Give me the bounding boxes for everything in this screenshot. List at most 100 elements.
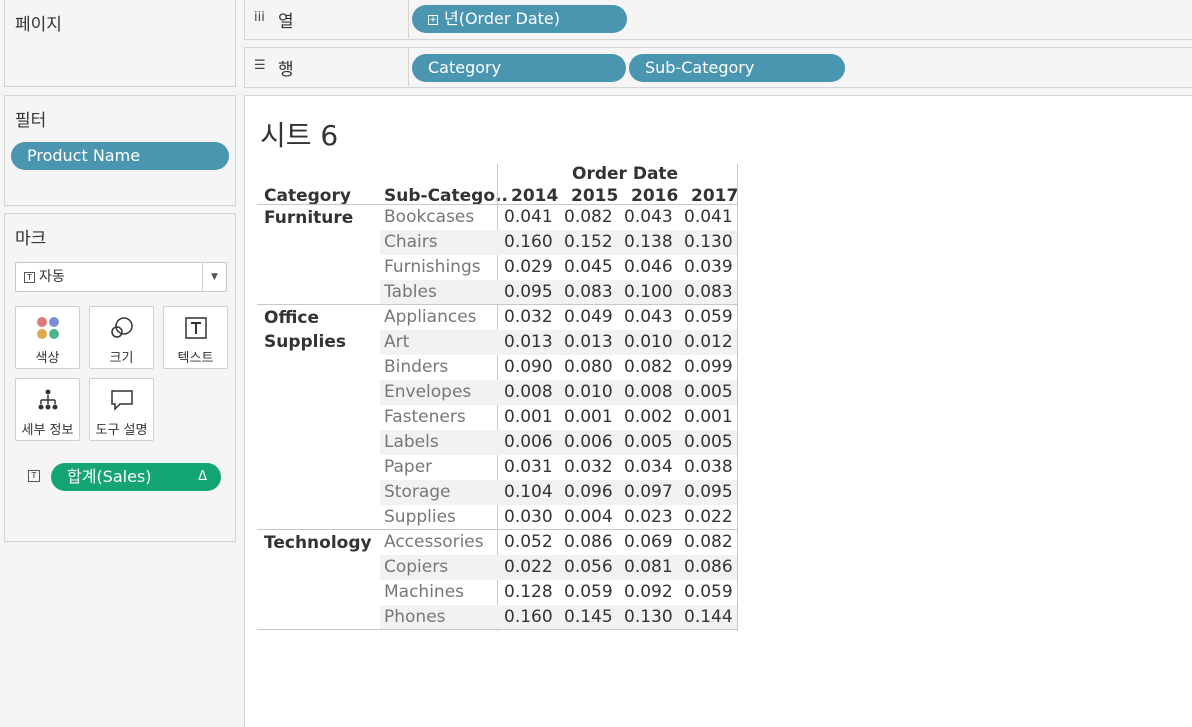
row-pill-sub-category[interactable]: Sub-Category: [629, 54, 845, 82]
value-cell[interactable]: 0.031: [504, 455, 553, 480]
filter-pill-product-name[interactable]: Product Name: [11, 142, 229, 170]
value-cell[interactable]: 0.145: [564, 605, 613, 630]
marks-panel-title: 마크: [15, 229, 47, 249]
value-cell[interactable]: 0.099: [684, 355, 733, 380]
value-cell[interactable]: 0.081: [624, 555, 673, 580]
value-cell[interactable]: 0.083: [684, 280, 733, 305]
worksheet-canvas: 시트 6 Order Date Category Sub-Catego.. 2014 2…: [244, 95, 1192, 727]
value-cell[interactable]: 0.041: [504, 205, 553, 230]
tooltip-button[interactable]: 도구 설명: [89, 378, 154, 441]
value-cell[interactable]: 0.034: [624, 455, 673, 480]
value-cell[interactable]: 0.152: [564, 230, 613, 255]
columns-icon: iii: [254, 10, 265, 25]
value-cell[interactable]: 0.096: [564, 480, 613, 505]
value-cell[interactable]: 0.043: [624, 305, 673, 330]
column-pill-year-order-date[interactable]: + 년(Order Date): [412, 5, 627, 33]
value-cell[interactable]: 0.005: [684, 380, 733, 405]
value-cell[interactable]: 0.032: [564, 455, 613, 480]
value-cell[interactable]: 0.023: [624, 505, 673, 530]
value-cell[interactable]: 0.090: [504, 355, 553, 380]
size-button[interactable]: 크기: [89, 306, 154, 369]
value-cell[interactable]: 0.086: [684, 555, 733, 580]
value-cell[interactable]: 0.130: [684, 230, 733, 255]
value-cell[interactable]: 0.128: [504, 580, 553, 605]
value-cell[interactable]: 0.080: [564, 355, 613, 380]
value-cell[interactable]: 0.029: [504, 255, 553, 280]
value-cell[interactable]: 0.092: [624, 580, 673, 605]
value-cell[interactable]: 0.138: [624, 230, 673, 255]
value-cell[interactable]: 0.002: [624, 405, 673, 430]
crosstab-table: Order Date Category Sub-Catego.. 2014 2015 20…: [245, 96, 1192, 727]
subcategory-label: Furnishings: [384, 257, 481, 277]
value-cell[interactable]: 0.001: [684, 405, 733, 430]
value-cell[interactable]: 0.045: [564, 255, 613, 280]
value-cell[interactable]: 0.013: [504, 330, 553, 355]
value-cell[interactable]: 0.100: [624, 280, 673, 305]
value-cell[interactable]: 0.013: [564, 330, 613, 355]
row-pill-category[interactable]: Category: [412, 54, 626, 82]
filters-panel: 필터 Product Name: [4, 95, 236, 206]
value-cell[interactable]: 0.059: [684, 580, 733, 605]
value-cell[interactable]: 0.082: [564, 205, 613, 230]
value-cell[interactable]: 0.008: [504, 380, 553, 405]
columns-shelf[interactable]: iii 열 + 년(Order Date): [244, 0, 1192, 40]
value-cell[interactable]: 0.097: [624, 480, 673, 505]
subcategory-label: Copiers: [384, 557, 449, 577]
chevron-down-icon[interactable]: ▼: [202, 263, 226, 291]
value-cell[interactable]: 0.095: [504, 280, 553, 305]
value-cell[interactable]: 0.160: [504, 605, 553, 630]
value-cell[interactable]: 0.005: [684, 430, 733, 455]
value-cell[interactable]: 0.082: [684, 530, 733, 555]
column-pill-label: 년(Order Date): [444, 9, 561, 28]
value-cell[interactable]: 0.095: [684, 480, 733, 505]
value-cell[interactable]: 0.032: [504, 305, 553, 330]
value-cell[interactable]: 0.043: [624, 205, 673, 230]
subcategory-label: Phones: [384, 607, 446, 627]
rows-shelf[interactable]: ☰ 행 Category Sub-Category: [244, 47, 1192, 88]
value-cell[interactable]: 0.083: [564, 280, 613, 305]
subcategory-label: Binders: [384, 357, 449, 377]
value-cell[interactable]: 0.001: [564, 405, 613, 430]
category-label: Technology: [264, 533, 372, 553]
value-cell[interactable]: 0.130: [624, 605, 673, 630]
mark-type-value: 자동: [39, 269, 65, 285]
mark-type-dropdown[interactable]: T 자동 ▼: [15, 262, 227, 292]
value-cell[interactable]: 0.046: [624, 255, 673, 280]
value-cell[interactable]: 0.049: [564, 305, 613, 330]
value-cell[interactable]: 0.086: [564, 530, 613, 555]
subcategory-label: Accessories: [384, 532, 484, 552]
value-cell[interactable]: 0.004: [564, 505, 613, 530]
category-label: Office Supplies: [264, 308, 346, 352]
value-cell[interactable]: 0.104: [504, 480, 553, 505]
rows-icon: ☰: [254, 58, 266, 73]
subcategory-label: Appliances: [384, 307, 477, 327]
value-cell[interactable]: 0.030: [504, 505, 553, 530]
value-cell[interactable]: 0.056: [564, 555, 613, 580]
value-cell[interactable]: 0.022: [504, 555, 553, 580]
value-cell[interactable]: 0.006: [564, 430, 613, 455]
value-cell[interactable]: 0.022: [684, 505, 733, 530]
value-cell[interactable]: 0.038: [684, 455, 733, 480]
value-cell[interactable]: 0.052: [504, 530, 553, 555]
size-button-label: 크기: [109, 351, 134, 366]
value-cell[interactable]: 0.010: [564, 380, 613, 405]
value-cell[interactable]: 0.008: [624, 380, 673, 405]
value-cell[interactable]: 0.041: [684, 205, 733, 230]
value-cell[interactable]: 0.006: [504, 430, 553, 455]
value-cell[interactable]: 0.059: [684, 305, 733, 330]
value-cell[interactable]: 0.069: [624, 530, 673, 555]
value-cell[interactable]: 0.005: [624, 430, 673, 455]
value-cell[interactable]: 0.160: [504, 230, 553, 255]
measure-pill-sum-sales[interactable]: 합계(Sales) Δ: [51, 463, 221, 491]
color-button[interactable]: 색상: [15, 306, 80, 369]
value-cell[interactable]: 0.012: [684, 330, 733, 355]
value-cell[interactable]: 0.039: [684, 255, 733, 280]
size-icon: [90, 315, 153, 341]
value-cell[interactable]: 0.001: [504, 405, 553, 430]
value-cell[interactable]: 0.082: [624, 355, 673, 380]
value-cell[interactable]: 0.059: [564, 580, 613, 605]
detail-button[interactable]: 세부 정보: [15, 378, 80, 441]
text-button[interactable]: 텍스트: [163, 306, 228, 369]
value-cell[interactable]: 0.144: [684, 605, 733, 630]
value-cell[interactable]: 0.010: [624, 330, 673, 355]
